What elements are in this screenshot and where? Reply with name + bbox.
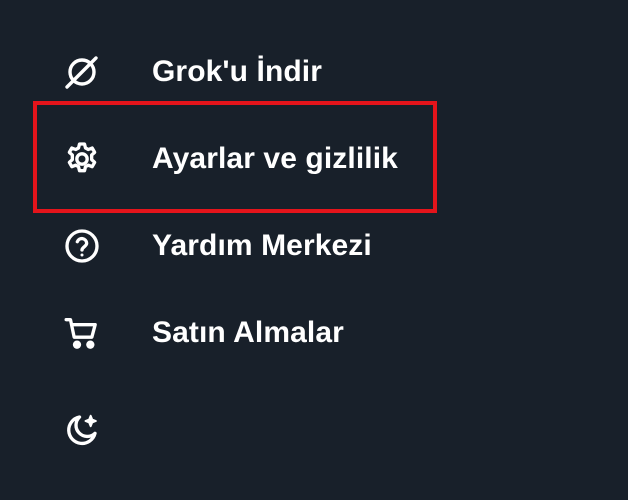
menu-item-settings[interactable]: Ayarlar ve gizlilik bbox=[0, 117, 628, 197]
theme-toggle-button[interactable] bbox=[0, 388, 628, 468]
cart-icon bbox=[62, 313, 102, 353]
help-circle-icon bbox=[62, 226, 102, 266]
grok-icon bbox=[62, 52, 102, 92]
menu-item-label: Satın Almalar bbox=[152, 316, 344, 349]
menu-item-help-center[interactable]: Yardım Merkezi bbox=[0, 204, 628, 284]
gear-icon bbox=[62, 139, 102, 179]
menu-item-label: Yardım Merkezi bbox=[152, 229, 372, 262]
side-menu: Grok'u İndir Ayarlar ve gizlilik Yardım … bbox=[0, 0, 628, 500]
menu-item-label: Ayarlar ve gizlilik bbox=[152, 142, 398, 175]
menu-item-label: Grok'u İndir bbox=[152, 55, 323, 88]
menu-item-grok-download[interactable]: Grok'u İndir bbox=[0, 30, 628, 110]
moon-sparkle-icon bbox=[62, 410, 102, 450]
menu-item-purchases[interactable]: Satın Almalar bbox=[0, 291, 628, 371]
